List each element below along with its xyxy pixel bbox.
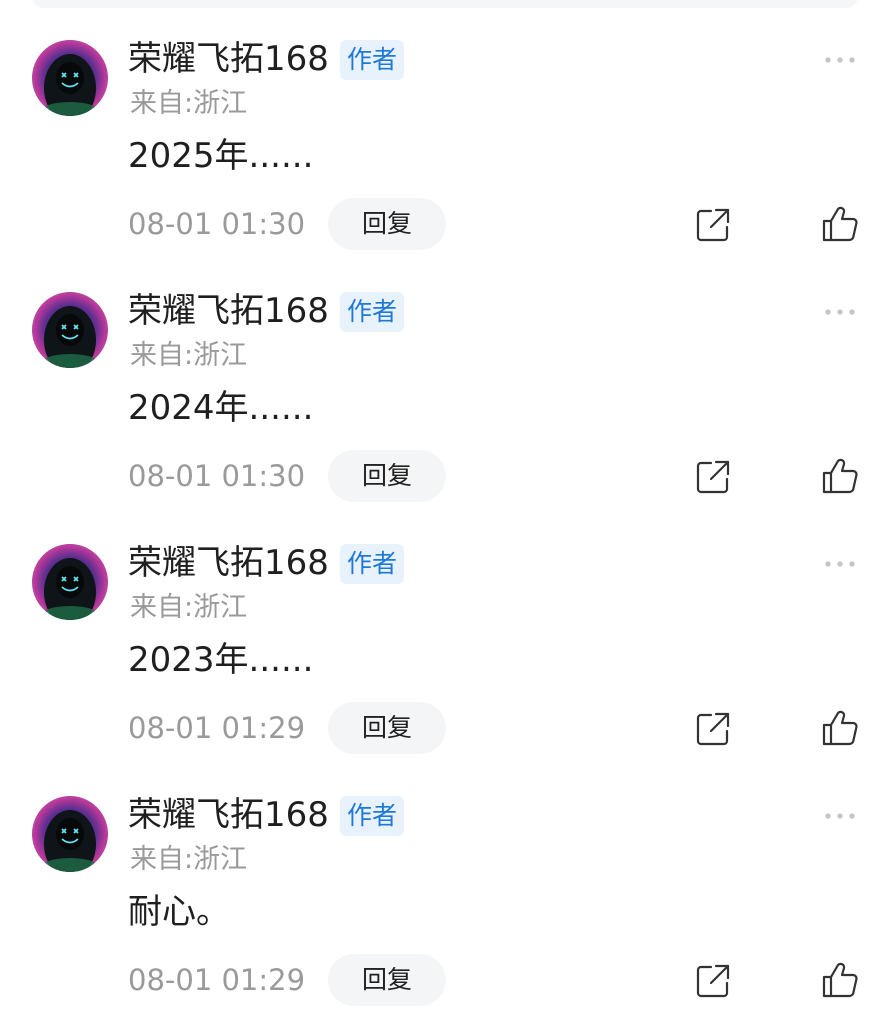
thumbs-up-icon[interactable] xyxy=(820,456,860,496)
username[interactable]: 荣耀飞拓168 xyxy=(128,794,329,836)
avatar[interactable] xyxy=(32,40,108,116)
author-badge: 作者 xyxy=(340,292,404,332)
more-dots-icon[interactable] xyxy=(820,552,860,576)
reply-button[interactable]: 回复 xyxy=(328,702,446,754)
comment-item: 荣耀飞拓168 作者 来自:浙江 2025年...... 08-01 01:30… xyxy=(0,0,890,252)
timestamp: 08-01 01:29 xyxy=(128,963,306,997)
share-icon[interactable] xyxy=(694,962,732,1000)
reply-button[interactable]: 回复 xyxy=(328,198,446,250)
comment-text: 2025年...... xyxy=(128,136,314,176)
comment-text: 2023年...... xyxy=(128,640,314,680)
comment-item: 荣耀飞拓168 作者 来自:浙江 耐心。 08-01 01:29 回复 xyxy=(0,756,890,1008)
username[interactable]: 荣耀飞拓168 xyxy=(128,38,329,80)
avatar[interactable] xyxy=(32,544,108,620)
username[interactable]: 荣耀飞拓168 xyxy=(128,290,329,332)
more-dots-icon[interactable] xyxy=(820,48,860,72)
comment-text: 耐心。 xyxy=(128,892,230,932)
location-label: 来自:浙江 xyxy=(130,88,248,119)
timestamp: 08-01 01:30 xyxy=(128,207,306,241)
location-label: 来自:浙江 xyxy=(130,340,248,371)
timestamp: 08-01 01:30 xyxy=(128,459,306,493)
location-label: 来自:浙江 xyxy=(130,844,248,875)
reply-button[interactable]: 回复 xyxy=(328,954,446,1006)
avatar[interactable] xyxy=(32,796,108,872)
share-icon[interactable] xyxy=(694,710,732,748)
author-badge: 作者 xyxy=(340,40,404,80)
share-icon[interactable] xyxy=(694,206,732,244)
more-dots-icon[interactable] xyxy=(820,300,860,324)
thumbs-up-icon[interactable] xyxy=(820,204,860,244)
share-icon[interactable] xyxy=(694,458,732,496)
thumbs-up-icon[interactable] xyxy=(820,960,860,1000)
author-badge: 作者 xyxy=(340,796,404,836)
comment-item: 荣耀飞拓168 作者 来自:浙江 2024年...... 08-01 01:30… xyxy=(0,252,890,504)
location-label: 来自:浙江 xyxy=(130,592,248,623)
author-badge: 作者 xyxy=(340,544,404,584)
reply-button[interactable]: 回复 xyxy=(328,450,446,502)
username[interactable]: 荣耀飞拓168 xyxy=(128,542,329,584)
thumbs-up-icon[interactable] xyxy=(820,708,860,748)
more-dots-icon[interactable] xyxy=(820,804,860,828)
timestamp: 08-01 01:29 xyxy=(128,711,306,745)
comment-text: 2024年...... xyxy=(128,388,314,428)
comment-item: 荣耀飞拓168 作者 来自:浙江 2023年...... 08-01 01:29… xyxy=(0,504,890,756)
avatar[interactable] xyxy=(32,292,108,368)
